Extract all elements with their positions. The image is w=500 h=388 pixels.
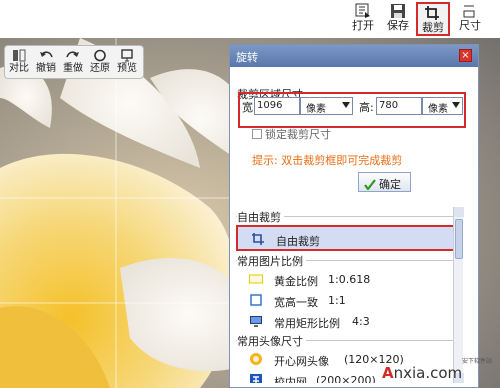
panel-header: 旋转 ×: [230, 45, 478, 67]
group-header-avatar: 常用头像尺寸: [236, 333, 458, 349]
edit-mini-toolbar: 对比 撤销 重做 还原 预览: [4, 45, 144, 79]
resize-button[interactable]: 尺寸: [453, 2, 487, 36]
confirm-button[interactable]: 确定: [358, 172, 411, 192]
undo-button[interactable]: 撤销: [34, 48, 58, 78]
height-input[interactable]: 780: [376, 97, 422, 115]
top-toolbar: 打开 保存 裁剪 尺寸: [0, 0, 500, 38]
rect-ratio-label: 常用矩形比例: [274, 317, 340, 330]
restore-button[interactable]: 还原: [88, 48, 112, 78]
group-header-ratio: 常用图片比例: [236, 253, 458, 269]
square-ratio-value: 1:1: [328, 294, 346, 307]
watermark-brand-rest: nxia.com: [393, 364, 463, 382]
panel-title: 旋转: [236, 51, 258, 64]
height-unit-select[interactable]: 像素: [422, 97, 463, 115]
watermark-subtitle: 安下软件站: [462, 358, 493, 365]
list-item-square-ratio[interactable]: 宽高一致 1:1: [236, 290, 458, 310]
preview-button[interactable]: 预览: [115, 48, 139, 78]
golden-rect-icon: [249, 274, 263, 284]
open-button[interactable]: 打开: [346, 2, 380, 36]
list-item-rect-ratio[interactable]: 常用矩形比例 4:3: [236, 311, 458, 331]
crop-hint: 提示: 双击裁剪框即可完成裁剪: [252, 154, 403, 167]
undo-icon: [40, 51, 53, 58]
square-ratio-label: 宽高一致: [274, 296, 318, 309]
kaixin-logo-icon: [250, 353, 262, 365]
kaixin-avatar-label: 开心网头像: [274, 355, 329, 368]
height-unit-label: 像素: [428, 104, 448, 115]
restore-icon: [94, 49, 106, 62]
check-icon: [364, 179, 376, 190]
group-header-free: 自由裁剪: [236, 209, 458, 225]
chevron-down-icon: [452, 102, 460, 108]
width-unit-label: 像素: [306, 104, 326, 115]
crop-button[interactable]: 裁剪: [416, 2, 450, 36]
width-unit-select[interactable]: 像素: [300, 97, 353, 115]
watermark-brand-initial: A: [382, 364, 394, 382]
confirm-label: 确定: [379, 178, 401, 191]
redo-button[interactable]: 重做: [61, 48, 85, 78]
square-icon: [250, 294, 262, 306]
open-icon: [355, 3, 370, 18]
list-item-golden-ratio[interactable]: 黄金比例 1:0.618: [236, 269, 458, 289]
lock-size-label: 锁定裁剪尺寸: [265, 128, 331, 141]
crop-preset-list: 自由裁剪 自由裁剪 常用图片比例 黄金比例 1:0.618 宽高一致 1:1 常…: [236, 207, 458, 383]
crop-panel: 旋转 × 裁剪区域尺寸 宽: 1096 像素 高: 780 像素 锁定裁剪尺寸 …: [229, 44, 479, 388]
height-label: 高:: [359, 101, 374, 114]
scroll-thumb[interactable]: [455, 219, 463, 259]
xiaonei-avatar-label: 校内网: [274, 376, 307, 383]
lock-size-checkbox[interactable]: 锁定裁剪尺寸: [252, 126, 331, 142]
list-item-free-crop[interactable]: 自由裁剪: [236, 225, 458, 251]
golden-ratio-label: 黄金比例: [274, 275, 318, 288]
free-crop-label: 自由裁剪: [276, 235, 320, 248]
golden-ratio-value: 1:0.618: [328, 273, 371, 286]
xiaonei-logo-icon: [250, 374, 262, 383]
crop-icon: [252, 233, 264, 245]
preview-icon: [121, 49, 133, 62]
resize-icon: [463, 5, 475, 18]
close-icon[interactable]: ×: [459, 49, 472, 62]
scroll-up-icon[interactable]: [454, 207, 464, 217]
redo-icon: [66, 51, 79, 58]
width-input[interactable]: 1096: [254, 97, 300, 115]
chevron-down-icon: [342, 102, 350, 108]
rect-ratio-value: 4:3: [352, 315, 370, 328]
site-watermark: Anxia.com 安下软件站: [382, 358, 492, 382]
crop-icon: [425, 6, 439, 20]
save-icon: [391, 4, 405, 18]
monitor-icon: [250, 316, 262, 327]
compare-button[interactable]: 对比: [7, 48, 31, 78]
xiaonei-avatar-size: (200×200): [316, 374, 376, 383]
checkbox-icon: [252, 129, 262, 139]
save-button[interactable]: 保存: [381, 2, 415, 36]
compare-icon: [13, 49, 26, 62]
